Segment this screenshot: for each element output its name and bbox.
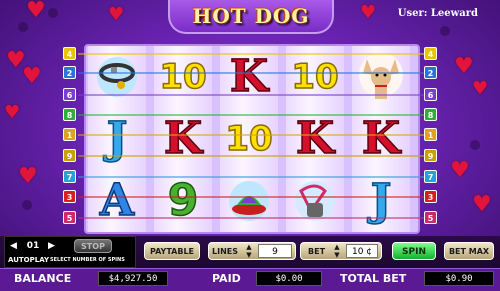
payline [78, 176, 426, 178]
line-number-right[interactable]: 1 [424, 128, 437, 141]
line-number-right[interactable]: 3 [424, 190, 437, 203]
line-number-left[interactable]: 1 [63, 128, 76, 141]
bet-stepper-icon[interactable]: ▲ ▼ [330, 243, 344, 259]
payline [78, 217, 426, 219]
line-number-right[interactable]: 7 [424, 170, 437, 183]
paid-value: $0.00 [256, 271, 322, 286]
stop-button[interactable]: STOP [74, 239, 112, 253]
paid-label: PAID [212, 272, 241, 285]
reel-symbol-text: 10 [225, 119, 274, 159]
line-number-left[interactable]: 7 [63, 170, 76, 183]
paw-print-decoration [470, 140, 480, 150]
payline [78, 196, 426, 198]
bet-label: BET [308, 247, 326, 256]
heart-decoration: ♥ [22, 64, 42, 89]
line-number-right[interactable]: 5 [424, 211, 437, 224]
spin-button[interactable]: SPIN [392, 242, 436, 260]
heart-decoration: ♥ [472, 78, 489, 99]
user-label: User: Leeward [397, 8, 478, 19]
autoplay-label: AUTOPLAY [8, 256, 50, 264]
autoplay-hint: SELECT NUMBER OF SPINS [50, 257, 125, 263]
payline [78, 94, 426, 96]
total-bet-value: $0.90 [424, 271, 494, 286]
paytable-button[interactable]: PAYTABLE [144, 242, 200, 260]
reel-symbol: K [352, 108, 410, 170]
reel-symbol: 9 [154, 170, 212, 232]
line-number-left[interactable]: 9 [63, 149, 76, 162]
reel-symbol: 10 [286, 46, 344, 108]
line-number-right[interactable]: 4 [424, 47, 437, 60]
line-number-left[interactable]: 4 [63, 47, 76, 60]
payline [78, 134, 426, 136]
reel-symbol: A [88, 170, 146, 232]
reel-symbol-text: 10 [159, 57, 208, 97]
line-number-left[interactable]: 5 [63, 211, 76, 224]
paw-print-decoration [22, 200, 32, 210]
line-number-left[interactable]: 6 [63, 88, 76, 101]
payline [78, 53, 426, 55]
dog-bed-icon [220, 170, 278, 232]
reel-symbol: K [286, 108, 344, 170]
reel-symbol: J [88, 108, 146, 170]
lines-value: 9 [258, 244, 292, 258]
heart-decoration: ♥ [4, 102, 21, 123]
reel-symbol-text: K [229, 51, 269, 102]
lines-stepper-icon[interactable]: ▲ ▼ [242, 243, 256, 259]
line-number-right[interactable]: 8 [424, 108, 437, 121]
heart-decoration: ♥ [26, 0, 46, 23]
payline [78, 155, 426, 157]
reel-symbol: 10 [154, 46, 212, 108]
line-number-left[interactable]: 8 [63, 108, 76, 121]
line-number-left[interactable]: 3 [63, 190, 76, 203]
autoplay-increment-button[interactable]: ▶ [48, 240, 56, 252]
reel-symbol: 10 [220, 108, 278, 170]
reel-symbol: J [352, 170, 410, 232]
dog-leash-icon [286, 170, 344, 232]
line-number-right[interactable]: 2 [424, 66, 437, 79]
paw-print-decoration [48, 8, 58, 18]
total-bet-label: TOTAL BET [340, 272, 407, 285]
heart-decoration: ♥ [454, 54, 474, 79]
autoplay-count: 01 [26, 241, 40, 251]
dog-collar-icon [88, 46, 146, 108]
heart-decoration: ♥ [450, 158, 470, 183]
reel-symbol: K [154, 108, 212, 170]
lines-label: LINES [212, 247, 238, 256]
paw-print-decoration [440, 26, 450, 36]
game-title: HOT DOG [192, 4, 310, 28]
autoplay-decrement-button[interactable]: ◀ [10, 240, 18, 252]
heart-decoration: ♥ [108, 4, 125, 25]
line-number-left[interactable]: 2 [63, 66, 76, 79]
balance-label: BALANCE [14, 272, 72, 285]
payline [78, 114, 426, 116]
heart-decoration: ♥ [472, 192, 492, 217]
reel-symbol-text: 10 [291, 57, 340, 97]
chihuahua-dog-icon [352, 46, 410, 108]
line-number-right[interactable]: 9 [424, 149, 437, 162]
balance-value: $4,927.50 [98, 271, 168, 286]
payline [78, 72, 426, 74]
paw-print-decoration [18, 22, 28, 32]
bet-value: 10 ¢ [346, 244, 378, 258]
reel-symbol: K [220, 46, 278, 108]
heart-decoration: ♥ [18, 164, 38, 189]
bet-max-button[interactable]: BET MAX [444, 242, 494, 260]
line-number-right[interactable]: 6 [424, 88, 437, 101]
heart-decoration: ♥ [360, 2, 377, 23]
